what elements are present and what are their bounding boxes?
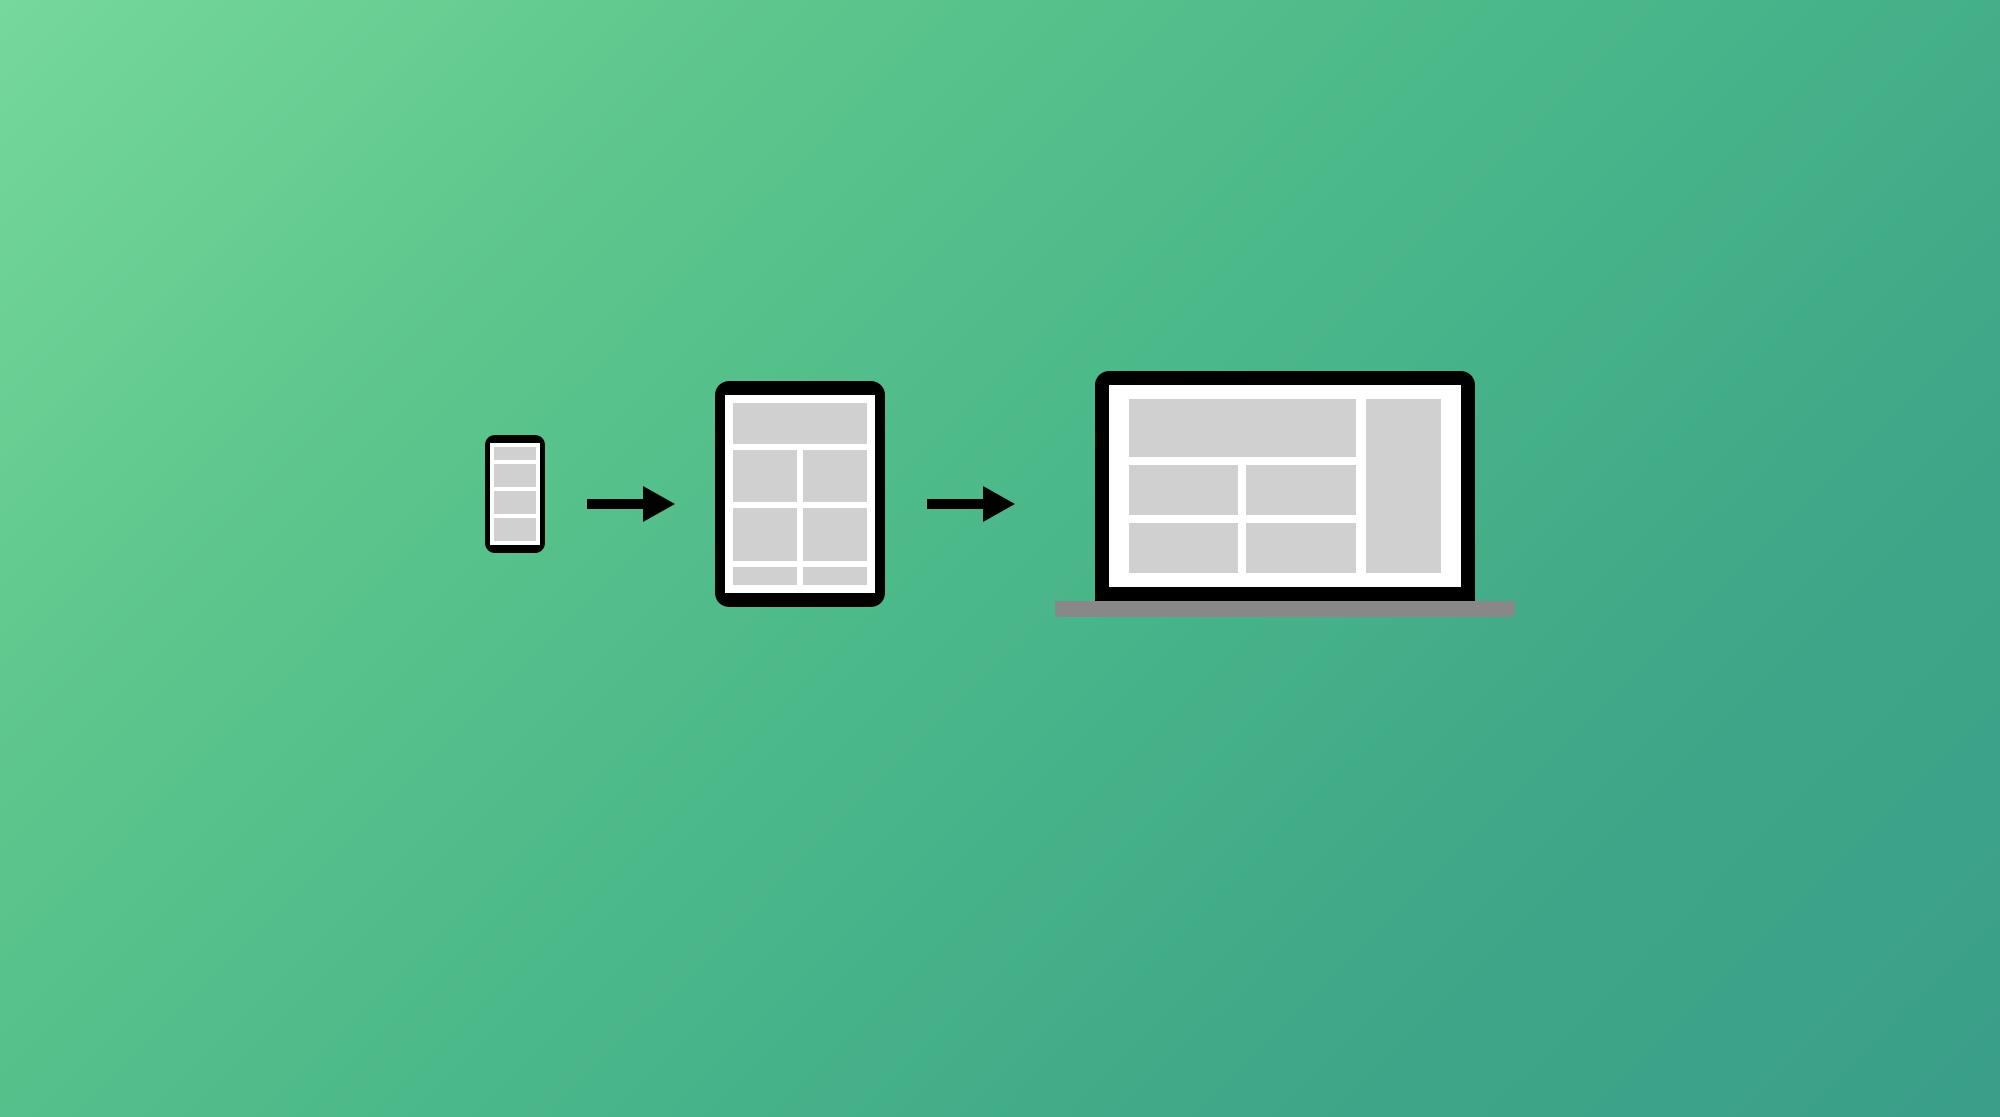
laptop-screen-frame	[1095, 371, 1475, 601]
wireframe-block	[1129, 523, 1238, 573]
wireframe-block	[803, 450, 867, 503]
wireframe-block	[1246, 465, 1355, 515]
wireframe-sidebar	[1366, 399, 1442, 573]
phone-device-icon	[485, 435, 545, 553]
wireframe-block	[803, 567, 867, 585]
wireframe-block	[733, 403, 867, 444]
wireframe-block	[494, 491, 536, 514]
wireframe-block	[1129, 465, 1238, 515]
wireframe-block	[494, 464, 536, 487]
phone-screen	[490, 443, 540, 545]
laptop-base	[1055, 601, 1515, 617]
tablet-screen	[725, 395, 875, 593]
wireframe-block	[494, 518, 536, 541]
wireframe-row	[1129, 465, 1356, 515]
wireframe-block	[1129, 399, 1356, 457]
laptop-screen	[1109, 385, 1461, 587]
wireframe-row	[733, 450, 867, 503]
laptop-main-column	[1129, 399, 1356, 573]
wireframe-row	[733, 567, 867, 585]
wireframe-block	[1246, 523, 1355, 573]
arrow-right-icon	[585, 484, 675, 524]
responsive-design-diagram	[485, 371, 1515, 617]
wireframe-block	[733, 567, 797, 585]
tablet-device-icon	[715, 381, 885, 607]
arrow-right-icon	[925, 484, 1015, 524]
wireframe-row	[733, 508, 867, 561]
wireframe-block	[733, 450, 797, 503]
wireframe-block	[803, 508, 867, 561]
wireframe-row	[1129, 523, 1356, 573]
laptop-device-icon	[1055, 371, 1515, 617]
wireframe-block	[494, 447, 536, 461]
wireframe-block	[733, 508, 797, 561]
